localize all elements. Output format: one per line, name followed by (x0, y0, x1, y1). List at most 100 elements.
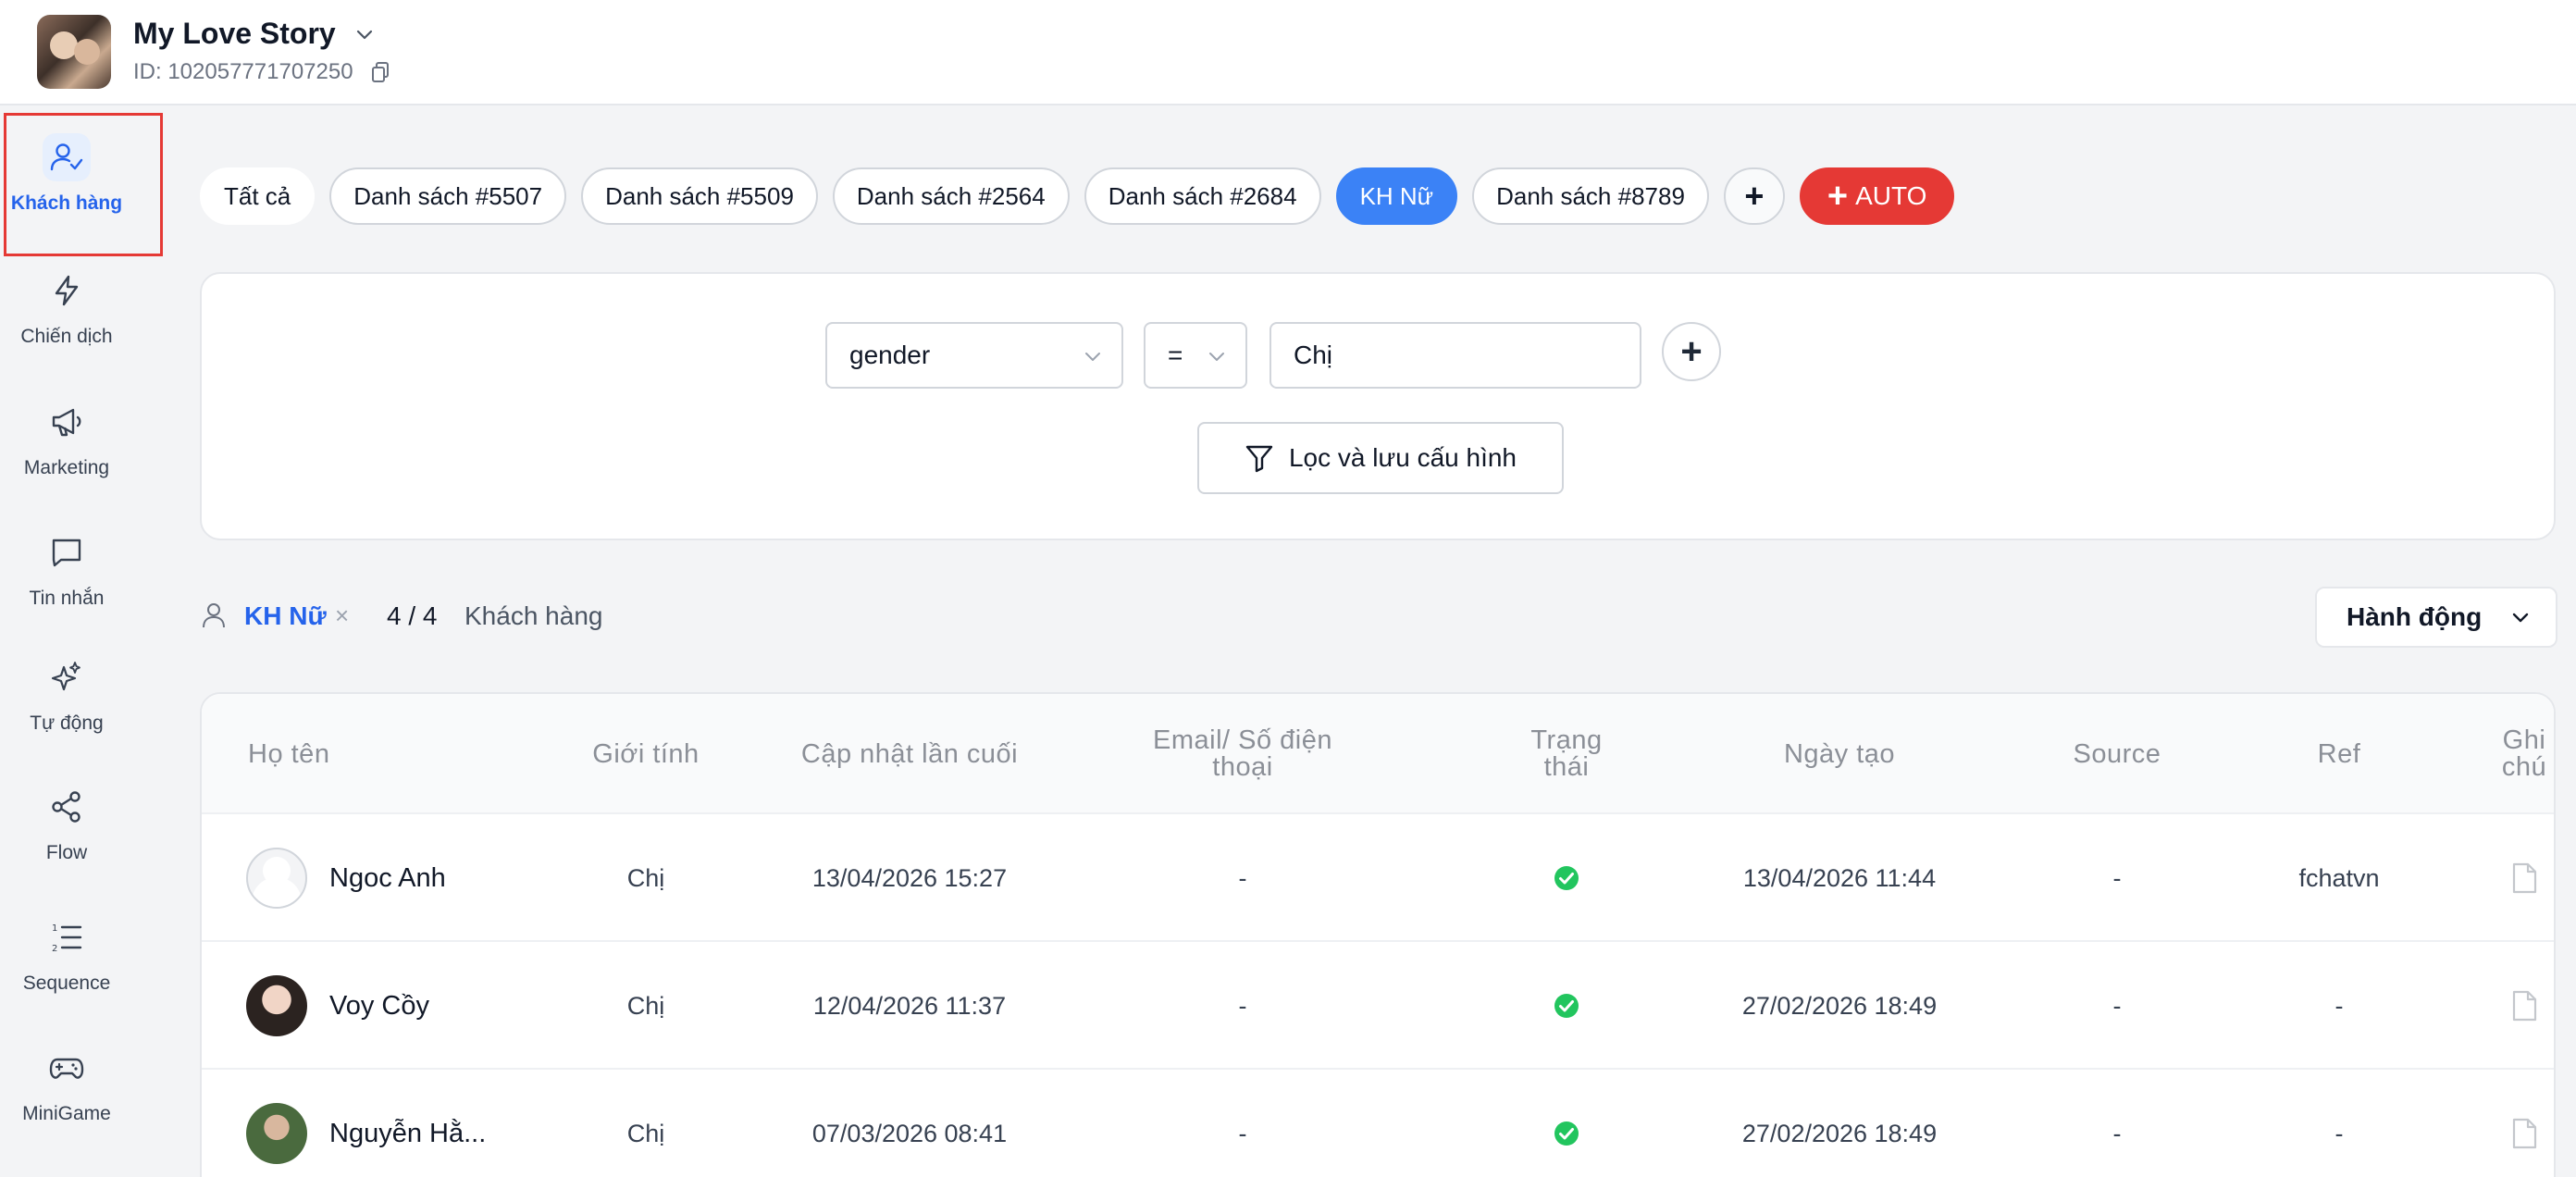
table-row[interactable]: Voy Cồy Chị 12/04/2026 11:37 - 27/02/202… (202, 942, 2554, 1070)
created-cell: 13/04/2026 11:44 (1742, 863, 1937, 892)
filter-field-select[interactable]: gender (825, 322, 1123, 389)
sparkles-icon (43, 653, 91, 701)
note-cell[interactable] (2459, 942, 2554, 1070)
sidebar-item-label: Tin nhắn (29, 588, 105, 609)
column-header-created[interactable]: Ngày tạo (1701, 694, 1978, 814)
ref-cell: fchatvn (2298, 863, 2380, 892)
actions-dropdown-button[interactable]: Hành động (2315, 587, 2557, 648)
ref-cell: - (2334, 1119, 2344, 1147)
tab-list-2684[interactable]: Danh sách #2684 (1084, 167, 1321, 225)
note-cell[interactable] (2459, 814, 2554, 942)
active-item-highlight (4, 113, 163, 256)
sidebar-item-label: Flow (45, 842, 88, 863)
note-icon (2512, 990, 2537, 1022)
filter-value-input[interactable]: Chị (1269, 322, 1641, 389)
column-header-gender[interactable]: Giới tính (553, 694, 738, 814)
created-cell: 27/02/2026 18:49 (1741, 991, 1938, 1020)
sidebar-item-sequence[interactable]: 12 Sequence (0, 902, 133, 1032)
add-filter-button[interactable]: + (1662, 322, 1721, 381)
tab-list-5507[interactable]: Danh sách #5507 (329, 167, 567, 225)
customer-table: Họ tên Giới tính Cập nhật lần cuối Email… (200, 692, 2556, 1177)
filter-operator-value: = (1168, 341, 1183, 369)
created-cell: 27/02/2026 18:49 (1741, 1119, 1938, 1147)
status-cell (1506, 1070, 1627, 1177)
svg-text:1: 1 (52, 923, 57, 934)
chevron-down-icon (1085, 353, 1100, 361)
tab-kh-nu[interactable]: KH Nữ (1335, 167, 1458, 225)
person-icon (203, 603, 225, 628)
tab-list-8789[interactable]: Danh sách #8789 (1472, 167, 1709, 225)
page-avatar[interactable] (37, 15, 111, 89)
filter-save-label: Lọc và lưu cấu hình (1288, 443, 1517, 472)
copy-icon[interactable] (370, 61, 390, 83)
check-circle-icon (1554, 1121, 1579, 1146)
note-cell[interactable] (2459, 1070, 2554, 1177)
customer-name[interactable]: Nguyễn Hằ... (329, 1070, 486, 1177)
customer-name[interactable]: Ngoc Anh (329, 814, 446, 942)
numbered-list-icon: 12 (43, 913, 91, 961)
segment-tabs: Tất cả Danh sách #5507 Danh sách #5509 D… (200, 167, 1955, 226)
column-header-status[interactable]: Trạng thái (1506, 694, 1627, 814)
column-header-updated[interactable]: Cập nhật lần cuối (757, 694, 1062, 814)
sidebar-item-minigame[interactable]: MiniGame (0, 1033, 133, 1162)
gender-cell: Chị (626, 1119, 665, 1147)
table-header: Họ tên Giới tính Cập nhật lần cuối Email… (202, 694, 2554, 814)
customer-count: 4 / 4 (387, 601, 438, 630)
column-header-source[interactable]: Source (2015, 694, 2219, 814)
add-tab-button[interactable]: + (1723, 167, 1785, 225)
share-icon (43, 783, 91, 831)
avatar (246, 975, 307, 1036)
lightning-icon (43, 266, 91, 315)
sidebar-item-label: Tự động (30, 712, 104, 734)
sidebar-item-messages[interactable]: Tin nhắn (0, 517, 133, 647)
note-icon (2512, 862, 2537, 894)
note-icon (2512, 1118, 2537, 1149)
filter-value-text: Chị (1294, 341, 1333, 369)
column-header-status-line1: Trạng (1530, 725, 1603, 755)
segment-summary: KH Nữ × 4 / 4 Khách hàng (200, 583, 2556, 648)
source-cell: - (2112, 1119, 2122, 1147)
plus-icon: + (1827, 176, 1849, 216)
sidebar-item-marketing[interactable]: Marketing (0, 387, 133, 516)
column-header-note-line2: chú (2501, 752, 2547, 782)
sidebar: Khách hàng Chiến dịch Marketing Tin nhắn… (0, 107, 133, 1177)
chevron-down-icon[interactable] (353, 24, 376, 46)
page-title[interactable]: My Love Story (133, 17, 336, 51)
gender-cell: Chị (626, 991, 665, 1020)
column-header-note[interactable]: Ghi chú (2459, 694, 2554, 814)
gamepad-icon (43, 1044, 91, 1092)
tab-list-5509[interactable]: Danh sách #5509 (581, 167, 818, 225)
sidebar-item-campaigns[interactable]: Chiến dịch (0, 255, 133, 385)
filter-save-button[interactable]: Lọc và lưu cấu hình (1197, 422, 1564, 494)
updated-cell: 13/04/2026 15:27 (811, 863, 1008, 892)
customer-count-label: Khách hàng (464, 601, 603, 630)
megaphone-icon (43, 398, 91, 446)
tab-all[interactable]: Tất cả (200, 167, 316, 225)
column-header-contact[interactable]: Email/ Số điện thoại (1099, 694, 1386, 814)
tab-list-2564[interactable]: Danh sách #2564 (832, 167, 1070, 225)
avatar (246, 848, 307, 909)
status-cell (1506, 942, 1627, 1070)
segment-name[interactable]: KH Nữ (244, 601, 327, 631)
close-icon[interactable]: × (335, 601, 349, 630)
sidebar-item-automation[interactable]: Tự động (0, 642, 133, 772)
status-cell (1506, 814, 1627, 942)
filter-operator-select[interactable]: = (1144, 322, 1247, 389)
column-header-status-line2: thái (1543, 752, 1590, 782)
auto-button[interactable]: + AUTO (1799, 167, 1955, 225)
filter-field-value: gender (849, 341, 931, 369)
sidebar-item-flow[interactable]: Flow (0, 772, 133, 901)
check-circle-icon (1554, 994, 1579, 1018)
column-header-ref[interactable]: Ref (2219, 694, 2459, 814)
updated-cell: 07/03/2026 08:41 (811, 1119, 1008, 1147)
source-cell: - (2112, 863, 2122, 892)
customer-name[interactable]: Voy Cồy (329, 942, 429, 1070)
sidebar-item-label: Marketing (23, 457, 110, 478)
auto-button-label: AUTO (1855, 181, 1927, 210)
column-header-name[interactable]: Họ tên (248, 694, 452, 814)
chevron-down-icon (1209, 353, 1224, 361)
table-row[interactable]: Ngoc Anh Chị 13/04/2026 15:27 - 13/04/20… (202, 814, 2554, 942)
avatar (246, 1103, 307, 1164)
table-row[interactable]: Nguyễn Hằ... Chị 07/03/2026 08:41 - 27/0… (202, 1070, 2554, 1177)
sidebar-item-label: MiniGame (22, 1103, 111, 1124)
